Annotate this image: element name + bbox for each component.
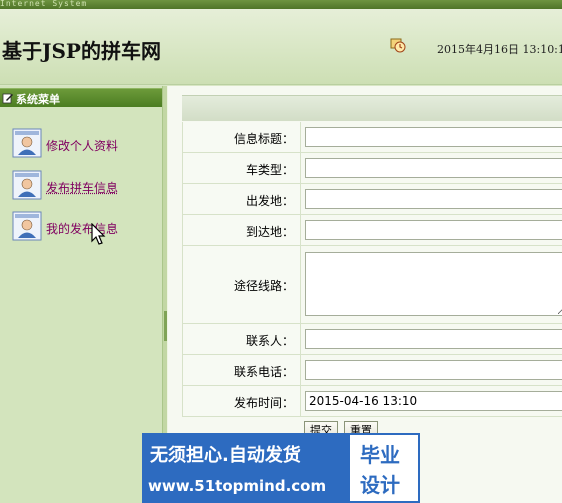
form-row-departure: 出发地： bbox=[182, 184, 562, 215]
form-label: 联系电话： bbox=[183, 355, 301, 385]
sidebar-header: 系统菜单 bbox=[0, 88, 162, 107]
form-label-text: 信息标题： bbox=[233, 132, 294, 146]
site-title: 基于JSP的拼车网 bbox=[2, 39, 161, 63]
datetime-display: 2015年4月16日 13:10:13 bbox=[437, 43, 562, 56]
form-row-destination: 到达地： bbox=[182, 215, 562, 246]
sidebar-item-label[interactable]: 修改个人资料 bbox=[46, 137, 118, 154]
form-label-text: 途径线路： bbox=[233, 279, 294, 293]
form-label: 信息标题： bbox=[183, 122, 301, 152]
route-textarea[interactable] bbox=[305, 252, 562, 316]
form-header-bar bbox=[182, 95, 562, 121]
form-row-phone: 联系电话： bbox=[182, 355, 562, 386]
top-banner: Internet System bbox=[0, 0, 562, 9]
form-label: 出发地： bbox=[183, 184, 301, 214]
form-label: 途径线路： bbox=[183, 246, 301, 323]
splitter-grip[interactable] bbox=[164, 311, 167, 341]
top-banner-text: Internet System bbox=[0, 0, 88, 8]
form-label: 车类型： bbox=[183, 153, 301, 183]
watermark-left: 无须担心.自动发货 www.51topmind.com bbox=[142, 433, 348, 503]
sidebar-item-label[interactable]: 我的发布信息 bbox=[46, 220, 118, 237]
title-input[interactable] bbox=[305, 127, 562, 147]
watermark-label-bottom: 设计 bbox=[360, 473, 400, 497]
edit-icon bbox=[2, 93, 13, 104]
form-row-title: 信息标题： bbox=[182, 122, 562, 153]
form-label: 联系人： bbox=[183, 324, 301, 354]
sidebar-item-publish-carpool[interactable]: 发布拼车信息 bbox=[12, 170, 152, 202]
watermark-slogan: 无须担心.自动发货 bbox=[150, 445, 301, 466]
phone-input[interactable] bbox=[305, 360, 562, 380]
sidebar-item-label[interactable]: 发布拼车信息 bbox=[46, 179, 118, 196]
mouse-cursor-icon bbox=[91, 223, 106, 245]
form-row-car-type: 车类型： bbox=[182, 153, 562, 184]
form-label-text: 联系人： bbox=[245, 334, 294, 348]
watermark-url: www.51topmind.com bbox=[148, 477, 327, 495]
publish-time-input[interactable] bbox=[305, 391, 562, 411]
sidebar-title: 系统菜单 bbox=[16, 93, 60, 106]
form-row-publish-time: 发布时间： bbox=[182, 386, 562, 417]
form-label-text: 到达地： bbox=[245, 225, 294, 239]
user-profile-icon bbox=[12, 170, 42, 200]
sidebar: 系统菜单 修改个人资料 发布拼车信息 我的发布信息 bbox=[0, 86, 162, 503]
user-profile-icon bbox=[12, 128, 42, 158]
watermark-label-top: 毕业 bbox=[360, 443, 400, 467]
form-label-text: 车类型： bbox=[245, 163, 294, 177]
form-label-text: 发布时间： bbox=[233, 396, 294, 410]
watermark-right: 毕业 设计 bbox=[348, 433, 420, 503]
car-type-input[interactable] bbox=[305, 158, 562, 178]
form-row-route: 途径线路： bbox=[182, 246, 562, 324]
page-header: 基于JSP的拼车网 2015年4月16日 13:10:13 bbox=[0, 9, 562, 85]
form-label-text: 出发地： bbox=[245, 194, 294, 208]
departure-input[interactable] bbox=[305, 189, 562, 209]
user-profile-icon bbox=[12, 211, 42, 241]
destination-input[interactable] bbox=[305, 220, 562, 240]
form-label: 到达地： bbox=[183, 215, 301, 245]
clock-icon bbox=[390, 38, 406, 53]
form-label: 发布时间： bbox=[183, 386, 301, 416]
watermark-banner: 无须担心.自动发货 www.51topmind.com 毕业 设计 bbox=[142, 433, 420, 503]
sidebar-item-my-posts[interactable]: 我的发布信息 bbox=[12, 211, 152, 243]
sidebar-item-edit-profile[interactable]: 修改个人资料 bbox=[12, 128, 152, 160]
form-label-text: 联系电话： bbox=[233, 365, 294, 379]
contact-input[interactable] bbox=[305, 329, 562, 349]
form-row-contact: 联系人： bbox=[182, 324, 562, 355]
